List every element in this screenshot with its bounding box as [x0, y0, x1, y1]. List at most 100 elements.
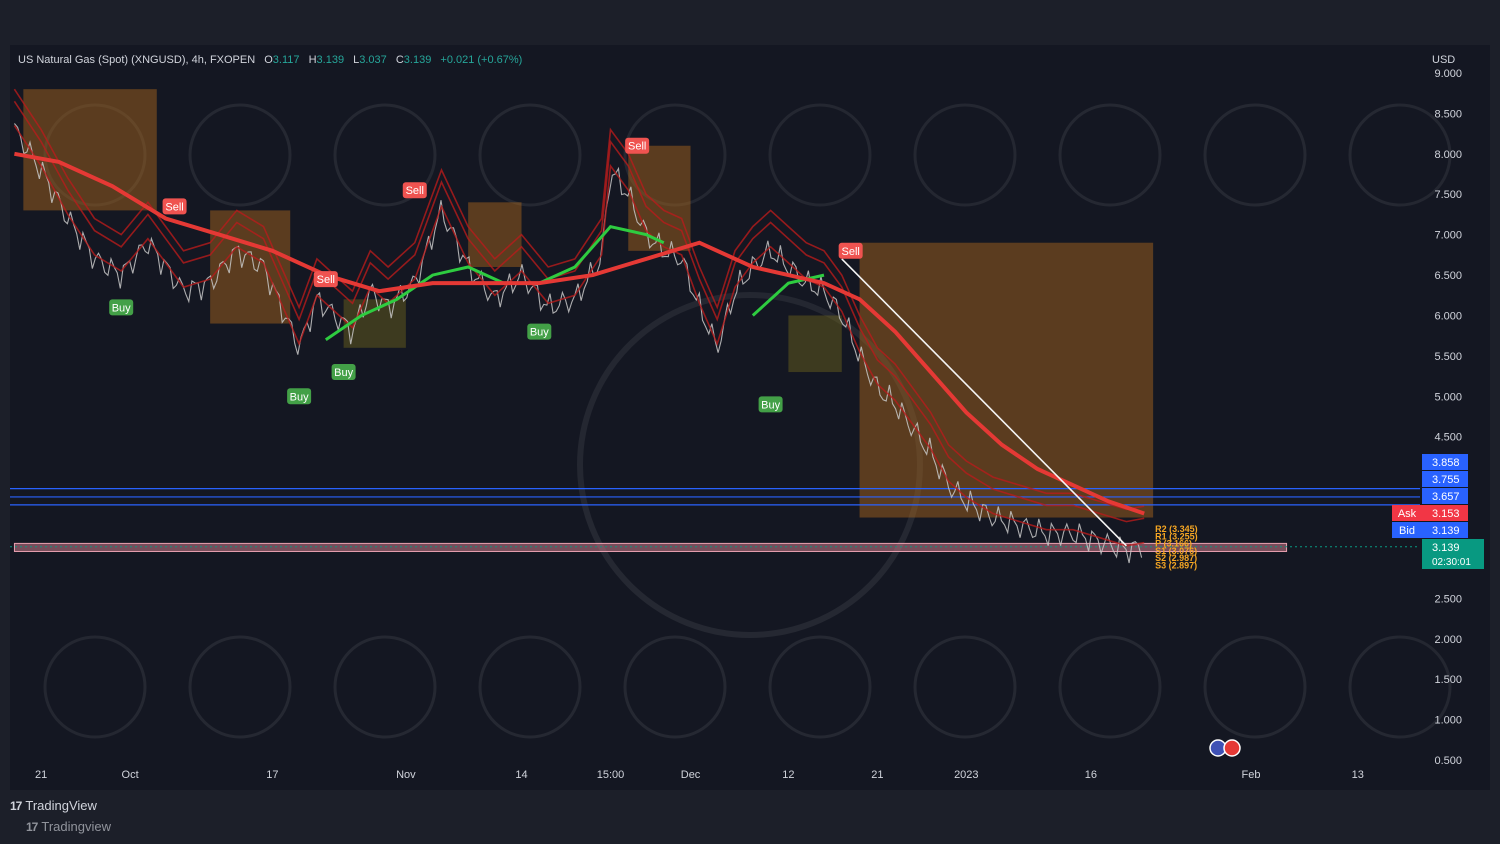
chart-area[interactable]: Sell Sell Sell Sell Sell Buy Buy Buy Buy Buy R2 (3…	[10, 45, 1490, 790]
watermark-badge-icon	[623, 635, 727, 739]
x-tick-label: 13	[1352, 769, 1364, 781]
signal-label: Sell	[841, 246, 859, 258]
buy-signal: Buy	[331, 364, 356, 381]
price-tag-value: 3.153	[1432, 508, 1460, 520]
y-tick-label: 6.000	[1434, 310, 1462, 322]
price-tag: 3.858	[1422, 454, 1468, 470]
low-value: 3.037	[359, 54, 387, 66]
x-tick-label: 17	[266, 769, 278, 781]
y-tick-label: 1.500	[1434, 674, 1462, 686]
watermark-badge-icon	[1058, 635, 1162, 739]
price-tag: Bid 3.139	[1392, 522, 1468, 538]
price-tag-value: 3.858	[1432, 457, 1460, 469]
open-label: O	[264, 54, 273, 66]
price-tag: 3.755	[1422, 471, 1468, 487]
x-tick-label: 21	[35, 769, 47, 781]
price-tag-label: Bid	[1399, 525, 1415, 537]
y-tick-label: 6.500	[1434, 270, 1462, 282]
supply-zone	[23, 89, 157, 211]
signal-label: Buy	[761, 399, 780, 411]
signal-label: Sell	[406, 185, 424, 197]
x-tick-label: Dec	[681, 769, 701, 781]
watermark-badge-icon	[478, 103, 582, 207]
sell-signal: Sell	[162, 198, 187, 215]
x-tick-label: 14	[515, 769, 527, 781]
watermark-badge-icon	[1058, 103, 1162, 207]
price-tag: 3.139 02:30:01	[1422, 539, 1484, 569]
x-tick-label: Oct	[122, 769, 139, 781]
y-tick-label: 1.000	[1434, 715, 1462, 727]
watermark-badge-icon	[1203, 103, 1307, 207]
tradingview-logo[interactable]: 17 TradingView	[10, 798, 97, 813]
x-tick-label: 16	[1085, 769, 1097, 781]
sell-signal: Sell	[402, 182, 427, 199]
x-tick-label: Nov	[396, 769, 416, 781]
price-tag: Ask 3.153	[1392, 505, 1468, 521]
economic-event-flags-icon	[1209, 739, 1241, 757]
y-tick-label: 8.500	[1434, 108, 1462, 120]
watermark-badge-icon	[478, 635, 582, 739]
y-tick-label: 9.000	[1434, 68, 1462, 80]
symbol-title: US Natural Gas (Spot) (XNGUSD), 4h, FXOP…	[18, 54, 256, 66]
signal-label: Buy	[112, 302, 131, 314]
y-tick-label: 7.000	[1434, 230, 1462, 242]
watermark-badge-icon	[913, 635, 1017, 739]
price-tag-value: 3.657	[1432, 491, 1460, 503]
signal-label: Buy	[334, 367, 353, 379]
y-tick-label: 5.500	[1434, 351, 1462, 363]
watermark-badge-icon	[1203, 635, 1307, 739]
watermark-layer	[43, 103, 1452, 739]
signal-label: Sell	[628, 141, 646, 153]
buy-signal: Buy	[527, 323, 552, 340]
price-tag-value: 3.139	[1432, 525, 1460, 537]
signal-label: Buy	[290, 391, 309, 403]
tradingview-logo-icon: 17	[10, 798, 22, 813]
x-tick-label: 21	[871, 769, 883, 781]
tradingview-logo-ghost: 17 Tradingview	[26, 819, 111, 834]
demand-zone	[343, 299, 406, 348]
currency-label: USD	[1432, 54, 1456, 66]
y-tick-label: 4.500	[1434, 432, 1462, 444]
price-tag: 3.657	[1422, 488, 1468, 504]
x-tick-label: 12	[782, 769, 794, 781]
y-tick-label: 0.500	[1434, 755, 1462, 767]
y-tick-label: 8.000	[1434, 149, 1462, 161]
supply-zone	[468, 202, 522, 267]
tradingview-ghost-name: Tradingview	[41, 819, 111, 834]
price-tag-value: 3.139	[1432, 542, 1460, 554]
x-tick-label: 2023	[954, 769, 978, 781]
price-chart[interactable]: SellSellSellSellSellBuyBuyBuyBuyBuyR2 (3…	[10, 45, 1490, 790]
y-tick-label: 2.000	[1434, 634, 1462, 646]
sell-signal: Sell	[313, 271, 338, 288]
watermark-badge-icon	[43, 635, 147, 739]
symbol-legend: US Natural Gas (Spot) (XNGUSD), 4h, FXOP…	[18, 54, 522, 66]
price-tag-label: Ask	[1398, 508, 1417, 520]
high-label: H	[308, 54, 317, 66]
signal-label: Sell	[317, 274, 335, 286]
high-value: 3.139	[316, 54, 345, 66]
close-value: 3.139	[403, 54, 432, 66]
y-tick-label: 7.500	[1434, 189, 1462, 201]
watermark-badge-icon	[188, 103, 292, 207]
tradingview-ghost-icon: 17	[26, 819, 38, 834]
watermark-badge-icon	[768, 103, 872, 207]
tradingview-brand-name: TradingView	[25, 798, 97, 813]
watermark-badge-icon	[188, 635, 292, 739]
watermark-badge-icon	[768, 635, 872, 739]
sell-signal: Sell	[838, 242, 863, 259]
supply-zone	[859, 242, 1154, 518]
open-value: 3.117	[272, 54, 300, 66]
y-tick-label: 2.500	[1434, 593, 1462, 605]
watermark-badge-icon	[913, 103, 1017, 207]
signal-label: Sell	[165, 201, 183, 213]
support-band	[13, 542, 1288, 552]
price-tag-value: 3.755	[1432, 474, 1460, 486]
buy-signal: Buy	[109, 299, 134, 316]
pivot-label: S3 (2.897)	[1155, 560, 1197, 570]
signal-label: Buy	[530, 327, 549, 339]
y-tick-label: 5.000	[1434, 391, 1462, 403]
uk-flag-icon	[1223, 739, 1241, 757]
change-value: +0.021 (+0.67%)	[440, 54, 523, 66]
demand-zone	[788, 315, 842, 373]
watermark-badge-icon	[333, 635, 437, 739]
